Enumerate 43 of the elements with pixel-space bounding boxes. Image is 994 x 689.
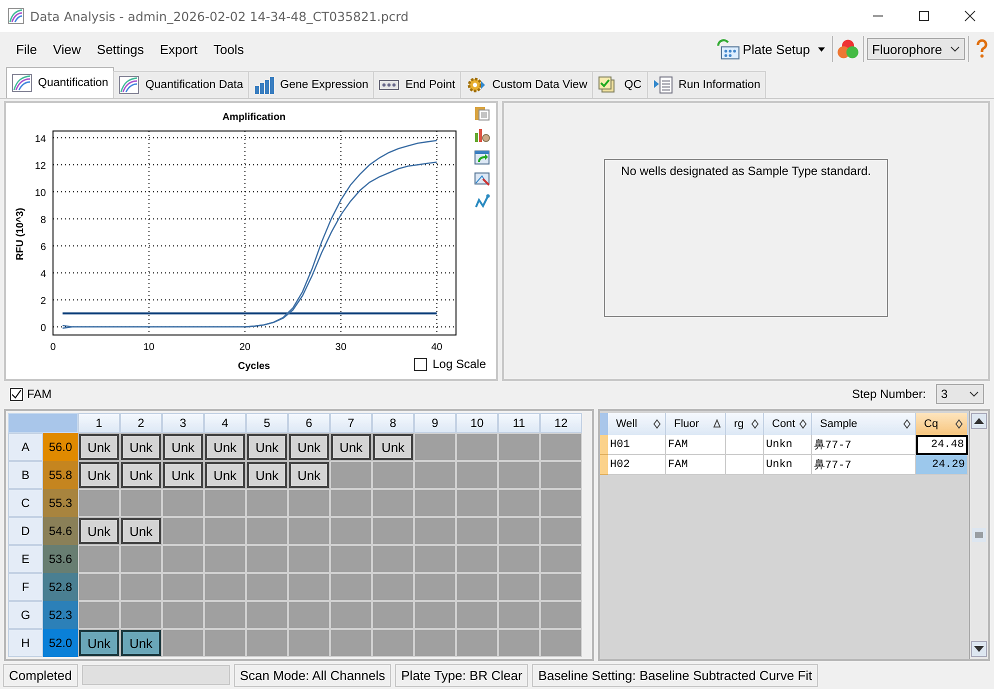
table-cell: Unkn <box>764 435 812 455</box>
status-text: Completed <box>3 664 78 686</box>
chart-title: Amplification <box>222 112 286 123</box>
temperature-cell: 52.3 <box>43 601 78 629</box>
y-tick-label: 0 <box>40 322 46 334</box>
step-number-label: Step Number: <box>852 387 926 401</box>
table-cell: 鼻77-7 <box>812 455 916 475</box>
temperature-cell: 53.6 <box>43 545 78 573</box>
temperature-cell: 55.3 <box>43 489 78 517</box>
x-tick-label: 0 <box>50 342 56 353</box>
x-tick-label: 40 <box>431 342 442 353</box>
y-tick-label: 6 <box>40 242 46 253</box>
table-cell: 24.48 <box>916 435 968 455</box>
checkbox-label: FAM <box>27 387 52 401</box>
temperature-cell: 56.0 <box>43 433 78 461</box>
temperature-cell: 55.8 <box>43 461 78 489</box>
table-cell: H01 <box>608 435 666 455</box>
x-axis-label: Cycles <box>238 361 270 372</box>
status-text: Scan Mode: All Channels <box>234 664 392 686</box>
table-cell: FAM <box>666 435 726 455</box>
y-axis-label: RFU (10^3) <box>15 208 26 260</box>
temperature-cell: 54.6 <box>43 517 78 545</box>
table-cell: 24.29 <box>916 455 968 475</box>
table-cell: H02 <box>608 455 666 475</box>
table-cell: 鼻77-7 <box>812 435 916 455</box>
temperature-cell: 52.8 <box>43 573 78 601</box>
empty-message: No wells designated as Sample Type standard. <box>621 164 871 178</box>
y-tick-label: 4 <box>40 268 46 280</box>
status-text: Baseline Setting: Baseline Subtracted Curve Fit <box>532 664 818 686</box>
y-tick-label: 12 <box>34 160 46 172</box>
status-text: Plate Type: BR Clear <box>395 664 528 686</box>
temperature-cell: 52.0 <box>43 629 78 657</box>
y-tick-label: 14 <box>34 134 46 145</box>
table-cell: FAM <box>666 455 726 475</box>
table-cell: Unkn <box>764 455 812 475</box>
y-tick-label: 2 <box>40 296 46 307</box>
window-title: Data Analysis - admin_2026-02-02 14-34-48_CT035821.pcrd <box>30 8 409 24</box>
y-tick-label: 8 <box>40 214 46 226</box>
x-tick-label: 10 <box>143 342 155 353</box>
x-tick-label: 20 <box>239 342 250 353</box>
checkbox-label: Log Scale <box>432 357 486 371</box>
y-tick-label: 10 <box>34 188 46 199</box>
x-tick-label: 30 <box>335 342 346 353</box>
